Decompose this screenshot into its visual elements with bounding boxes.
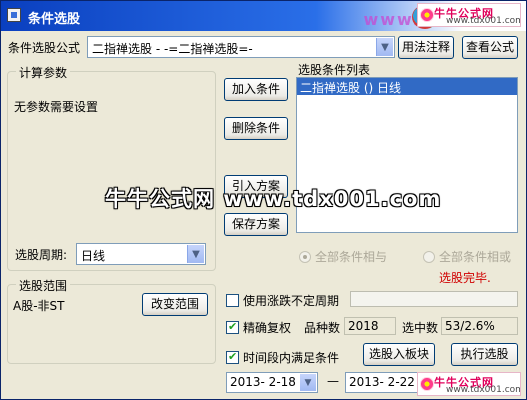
flower-icon <box>420 8 434 22</box>
badge-url: www.tdx001.com <box>446 16 521 26</box>
progress-bar <box>350 291 518 307</box>
list-item[interactable]: 二指禅选股 () 日线 <box>297 78 517 95</box>
flower-icon <box>420 377 434 391</box>
end-date-value: 2013- 2-22 <box>349 375 415 389</box>
radio-dot <box>299 251 311 263</box>
save-plan-button[interactable]: 保存方案 <box>224 213 288 236</box>
view-formula-button[interactable]: 查看公式 <box>462 36 518 59</box>
all-and-label: 全部条件相与 <box>315 250 388 264</box>
period-select[interactable]: 日线 ▼ <box>76 243 206 265</box>
count-label: 品种数 <box>304 321 341 335</box>
checkbox-box <box>226 294 239 307</box>
period-value: 日线 <box>81 249 106 263</box>
range-group: 选股范围 A股-非ST 改变范围 <box>7 277 216 364</box>
in-period-label: 时间段内满足条件 <box>243 351 340 365</box>
change-range-button[interactable]: 改变范围 <box>142 293 208 316</box>
chevron-down-icon[interactable]: ▼ <box>300 374 316 391</box>
date-separator: — <box>327 374 339 388</box>
formula-selected-value: 二指禅选股 - -=二指禅选股=- <box>92 42 253 56</box>
conditions-title: 选股条件列表 <box>298 63 371 77</box>
variable-period-checkbox[interactable]: 使用涨跌不定周期 <box>226 292 339 309</box>
checkbox-box <box>226 350 239 364</box>
site-badge-bottom: 牛牛公式网 www.tdx001.com <box>417 372 521 396</box>
delete-condition-button[interactable]: 删除条件 <box>224 117 288 140</box>
all-and-radio[interactable]: 全部条件相与 <box>299 248 387 265</box>
site-badge-top: 牛牛公式网 www.tdx001.com <box>417 3 521 27</box>
selected-count-label: 选中数 <box>402 321 439 335</box>
start-date-picker[interactable]: 2013- 2-18 ▼ <box>226 372 318 393</box>
all-or-label: 全部条件相或 <box>439 250 512 264</box>
start-date-value: 2013- 2-18 <box>230 375 296 389</box>
radio-dot <box>423 251 435 263</box>
checkbox-box <box>226 320 239 334</box>
range-value: A股-非ST <box>13 299 65 313</box>
exact-adjust-label: 精确复权 <box>243 321 292 335</box>
formula-select[interactable]: 二指禅选股 - -=二指禅选股=- ▼ <box>87 36 395 58</box>
run-screening-button[interactable]: 执行选股 <box>451 343 518 366</box>
chevron-down-icon[interactable]: ▼ <box>187 245 204 263</box>
select-to-board-button[interactable]: 选股入板块 <box>363 343 435 366</box>
window-title: 条件选股 <box>28 12 81 27</box>
window-icon <box>7 8 21 22</box>
variable-period-label: 使用涨跌不定周期 <box>243 294 340 308</box>
stock-screening-window: 条件选股 www.5 牛牛公式网 www.tdx001.com 条件选股公式 二… <box>0 0 527 400</box>
usage-notes-button[interactable]: 用法注释 <box>398 36 454 59</box>
period-label: 选股周期: <box>15 248 68 262</box>
overlay-watermark: 牛牛公式网 www.tdx001.com <box>105 187 442 211</box>
count-field: 2018 <box>344 317 396 335</box>
status-text: 选股完毕. <box>439 271 491 285</box>
range-group-title: 选股范围 <box>16 277 71 294</box>
params-group: 计算参数 无参数需要设置 选股周期: 日线 ▼ <box>7 64 216 271</box>
all-or-radio[interactable]: 全部条件相或 <box>423 248 511 265</box>
chevron-down-icon[interactable]: ▼ <box>376 38 393 56</box>
exact-adjust-checkbox[interactable]: 精确复权 <box>226 319 291 336</box>
in-period-checkbox[interactable]: 时间段内满足条件 <box>226 349 339 366</box>
add-condition-button[interactable]: 加入条件 <box>224 78 288 101</box>
params-group-title: 计算参数 <box>16 64 71 81</box>
selected-count-field: 53/2.6% <box>441 317 518 335</box>
formula-label: 条件选股公式 <box>8 41 81 55</box>
params-text: 无参数需要设置 <box>14 100 99 114</box>
badge-url: www.tdx001.com <box>446 385 521 395</box>
